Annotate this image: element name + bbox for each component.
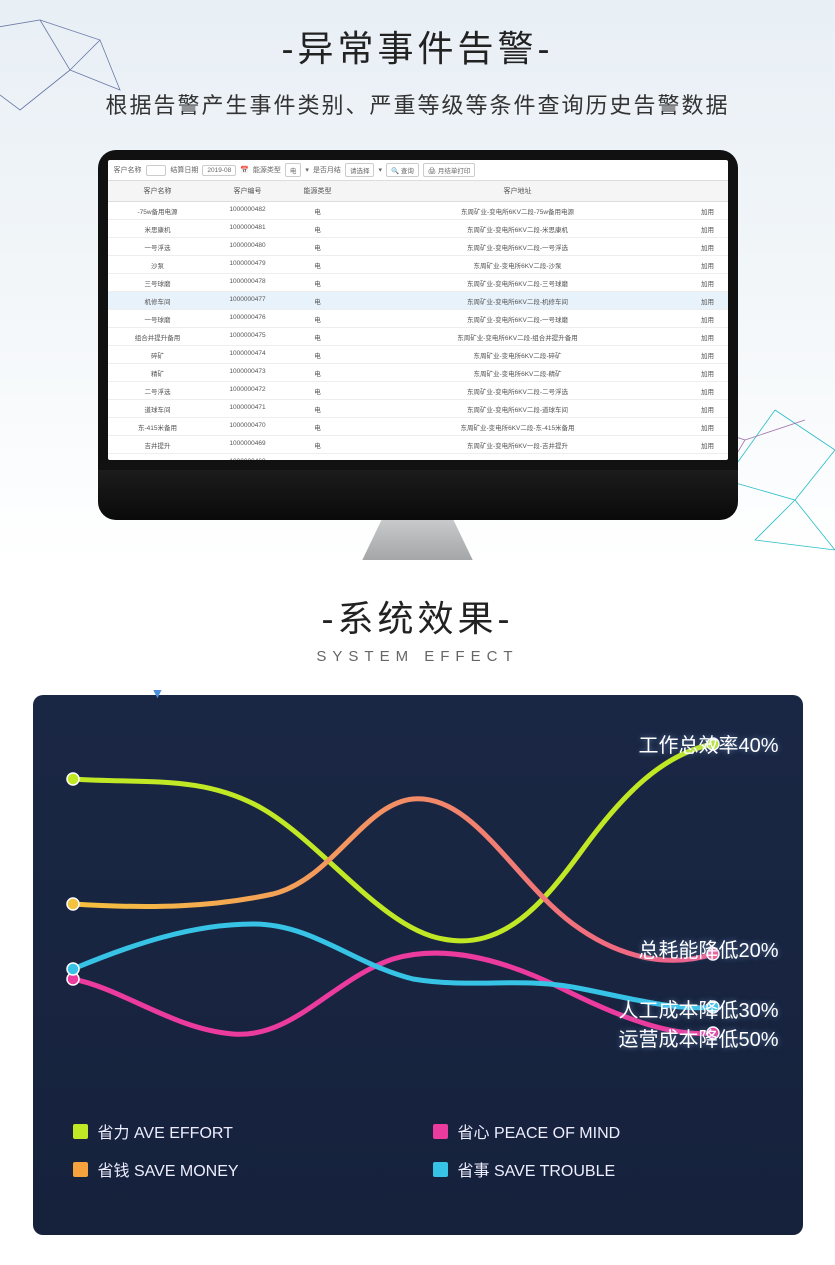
- table-row[interactable]: 精矿1000000473电东周矿业-变电所6KV二段-精矿加用: [108, 364, 728, 382]
- legend-item: 省钱 SAVE MONEY: [73, 1157, 373, 1181]
- monthly-label: 是否月结: [313, 165, 341, 175]
- imac-mockup: 客户名称 结算日期2019-08 📅 能源类型电▾ 是否月结请选择▾ 🔍 查询 …: [98, 150, 738, 560]
- section-effect: -系统效果- SYSTEM EFFECT ▼ 工作总效率40%总耗能降低20%运…: [0, 560, 835, 1265]
- legend-label: 省事 SAVE TROUBLE: [458, 1157, 616, 1181]
- legend-item: 省事 SAVE TROUBLE: [433, 1157, 733, 1181]
- date-input[interactable]: 2019-08: [202, 165, 236, 176]
- table-row[interactable]: 碎矿1000000474电东周矿业-变电所6KV二段-碎矿加用: [108, 346, 728, 364]
- table-row[interactable]: 二号浮选1000000472电东周矿业-变电所6KV二段-二号浮选加用: [108, 382, 728, 400]
- th-address: 客户地址: [348, 184, 688, 198]
- th-name: 客户名称: [108, 184, 208, 198]
- filter-input[interactable]: [146, 165, 167, 176]
- table-header: 客户名称 客户编号 能源类型 客户地址: [108, 181, 728, 202]
- table-row[interactable]: 三号球磨1000000478电东周矿业-变电所6KV二段-三号球磨加用: [108, 274, 728, 292]
- table-row[interactable]: 吉井提升1000000469电东周矿业-变电所6KV一段-吉井提升加用: [108, 436, 728, 454]
- table-row[interactable]: 组合并提升备用1000000475电东周矿业-变电所6KV二段-组合并提升备用加…: [108, 328, 728, 346]
- effect-title: -系统效果-: [0, 590, 835, 642]
- th-action: [688, 184, 728, 198]
- table-body: -75w备用电源1000000482电东周矿业-变电所6KV二段-75w备用电源…: [108, 202, 728, 460]
- table-row[interactable]: 一号浮选1000000480电东周矿业-变电所6KV二段-一号浮选加用: [108, 238, 728, 256]
- type-select[interactable]: 电: [285, 163, 302, 177]
- legend-swatch: [73, 1162, 88, 1177]
- marker-triangle-icon: ▼: [151, 685, 165, 701]
- legend-label: 省力 AVE EFFORT: [98, 1119, 233, 1143]
- table-row[interactable]: 东-415米备用1000000470电东周矿业-变电所6KV二段-东-415米备…: [108, 418, 728, 436]
- table-row[interactable]: 机修车间1000000477电东周矿业-变电所6KV二段-机修车间加用: [108, 292, 728, 310]
- toolbar: 客户名称 结算日期2019-08 📅 能源类型电▾ 是否月结请选择▾ 🔍 查询 …: [108, 160, 728, 181]
- legend-label: 省心 PEACE OF MIND: [458, 1119, 621, 1143]
- chart-end-label: 总耗能降低20%: [638, 934, 778, 963]
- effect-title-en: SYSTEM EFFECT: [0, 648, 835, 665]
- chart-end-label: 工作总效率40%: [638, 729, 778, 758]
- legend-swatch: [433, 1162, 448, 1177]
- legend-swatch: [433, 1124, 448, 1139]
- chart-end-label: 人工成本降低30%: [618, 994, 778, 1023]
- monthly-select[interactable]: 请选择: [345, 163, 375, 177]
- chart-panel: ▼ 工作总效率40%总耗能降低20%运营成本降低50%人工成本降低30% 省力 …: [33, 695, 803, 1235]
- print-button[interactable]: 🖨 月结单打印: [423, 163, 476, 177]
- table-row[interactable]: 道球车间1000000471电东周矿业-变电所6KV二段-道球车间加用: [108, 400, 728, 418]
- table-row[interactable]: 一号球磨1000000476电东周矿业-变电所6KV二段-一号球磨加用: [108, 310, 728, 328]
- legend-item: 省力 AVE EFFORT: [73, 1119, 373, 1143]
- legend-label: 省钱 SAVE MONEY: [98, 1157, 239, 1181]
- th-type: 能源类型: [288, 184, 348, 198]
- deco-lines-left: [0, 10, 130, 150]
- query-button[interactable]: 🔍 查询: [386, 163, 419, 177]
- section-alert: -异常事件告警- 根据告警产生事件类别、严重等级等条件查询历史告警数据 客户名称…: [0, 0, 835, 560]
- chart-area: 工作总效率40%总耗能降低20%运营成本降低50%人工成本降低30%: [63, 729, 773, 1089]
- type-label: 能源类型: [253, 165, 281, 175]
- filter-label: 客户名称: [114, 165, 142, 175]
- table-row[interactable]: 米思康机1000000481电东周矿业-变电所6KV二段-米思康机加用: [108, 220, 728, 238]
- legend-item: 省心 PEACE OF MIND: [433, 1119, 733, 1143]
- table-row[interactable]: -75w备用电源1000000482电东周矿业-变电所6KV二段-75w备用电源…: [108, 202, 728, 220]
- legend: 省力 AVE EFFORT 省心 PEACE OF MIND 省钱 SAVE MON…: [63, 1119, 773, 1181]
- th-id: 客户编号: [208, 184, 288, 198]
- table-row[interactable]: 主井提升1000000468电东周矿业-变电所6KV一段-主井提升加用: [108, 454, 728, 460]
- date-label: 结算日期: [170, 165, 198, 175]
- legend-swatch: [73, 1124, 88, 1139]
- table-row[interactable]: 沙泵1000000479电东周矿业-变电所6KV二段-沙泵加用: [108, 256, 728, 274]
- chart-end-label: 运营成本降低50%: [618, 1023, 778, 1052]
